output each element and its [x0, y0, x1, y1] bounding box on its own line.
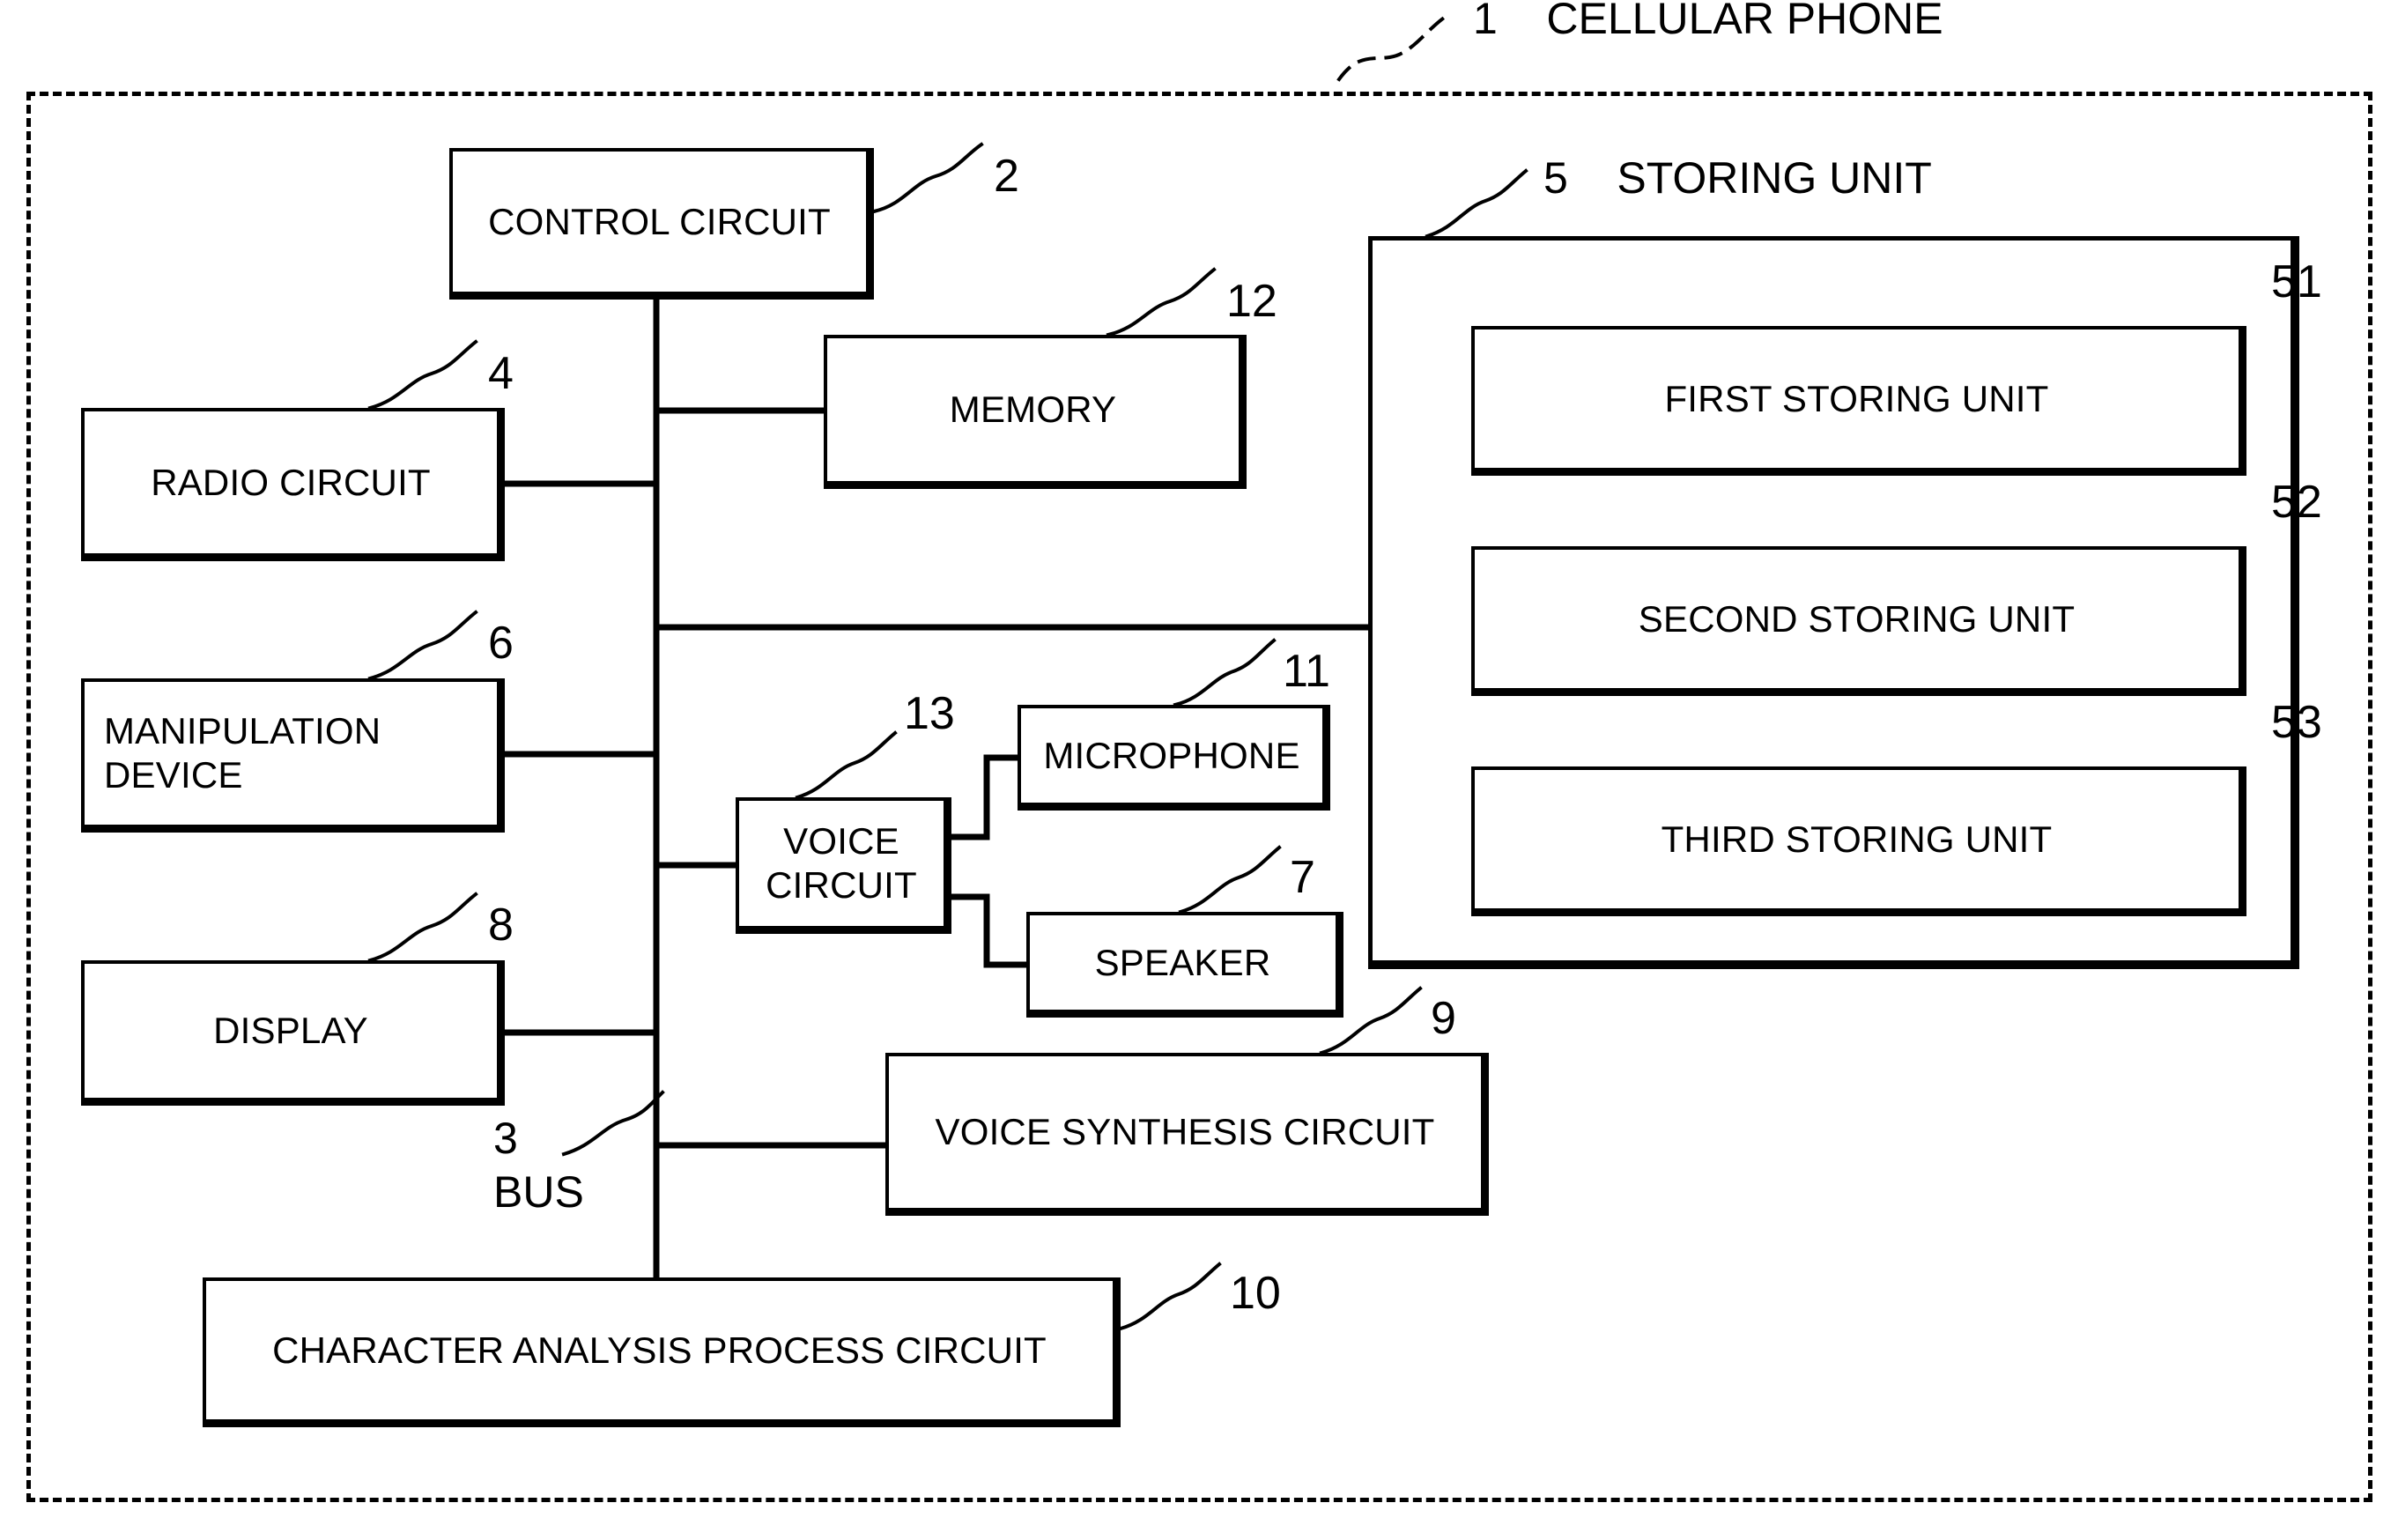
caption-text-cellular-phone: CELLULAR PHONE: [1546, 0, 1943, 43]
label-bus: 3 BUS: [493, 1112, 584, 1219]
block-first-storing-unit[interactable]: FIRST STORING UNIT: [1471, 326, 2246, 476]
ref-manipulation-device: 6: [488, 618, 514, 669]
block-label-radio-circuit: RADIO CIRCUIT: [151, 461, 431, 503]
caption-storing-unit: 5 STORING UNIT: [1543, 152, 1932, 204]
ref-speaker: 7: [1290, 852, 1315, 903]
block-display[interactable]: DISPLAY: [81, 960, 505, 1106]
block-voice-circuit[interactable]: VOICE CIRCUIT: [736, 797, 951, 934]
block-microphone[interactable]: MICROPHONE: [1018, 705, 1330, 811]
block-manipulation-device[interactable]: MANIPULATION DEVICE: [81, 678, 505, 833]
ref-display: 8: [488, 900, 514, 951]
ref-memory: 12: [1226, 276, 1277, 327]
block-character-analysis-process-circuit[interactable]: CHARACTER ANALYSIS PROCESS CIRCUIT: [203, 1277, 1121, 1427]
block-diagram-figure: CONTROL CIRCUIT MEMORY RADIO CIRCUIT MAN…: [0, 0, 2398, 1540]
block-label-voice-synthesis-circuit: VOICE SYNTHESIS CIRCUIT: [935, 1111, 1435, 1153]
block-radio-circuit[interactable]: RADIO CIRCUIT: [81, 408, 505, 561]
caption-text-storing-unit: STORING UNIT: [1617, 153, 1932, 203]
block-label-control-circuit: CONTROL CIRCUIT: [488, 200, 831, 242]
ref-microphone: 11: [1283, 646, 1330, 697]
block-memory[interactable]: MEMORY: [824, 335, 1247, 489]
bus-ref: 3: [493, 1114, 518, 1163]
block-control-circuit[interactable]: CONTROL CIRCUIT: [449, 148, 874, 300]
block-label-first-storing-unit: FIRST STORING UNIT: [1664, 377, 2049, 419]
block-label-microphone: MICROPHONE: [1043, 734, 1300, 776]
ref-control-circuit: 2: [994, 151, 1019, 202]
ref-character-analysis-process-circuit: 10: [1230, 1268, 1281, 1319]
block-label-character-analysis-process-circuit: CHARACTER ANALYSIS PROCESS CIRCUIT: [272, 1329, 1047, 1371]
ref-first-storing-unit: 51: [2271, 256, 2322, 307]
block-label-voice-circuit-line2: CIRCUIT: [766, 864, 917, 906]
caption-ref-storing-unit: 5: [1543, 153, 1568, 203]
block-label-third-storing-unit: THIRD STORING UNIT: [1661, 818, 2053, 860]
caption-ref-cellular-phone: 1: [1473, 0, 1498, 43]
block-second-storing-unit[interactable]: SECOND STORING UNIT: [1471, 546, 2246, 696]
ref-radio-circuit: 4: [488, 348, 514, 399]
block-label-manipulation-device-line1: MANIPULATION: [104, 710, 381, 752]
caption-cellular-phone: 1 CELLULAR PHONE: [1473, 0, 1943, 44]
ref-third-storing-unit: 53: [2271, 697, 2322, 748]
block-speaker[interactable]: SPEAKER: [1026, 912, 1343, 1018]
block-label-voice-circuit-line1: VOICE: [783, 820, 899, 863]
ref-voice-circuit: 13: [904, 688, 955, 739]
block-voice-synthesis-circuit[interactable]: VOICE SYNTHESIS CIRCUIT: [885, 1053, 1489, 1216]
leader-cellular-phone: [1336, 10, 1454, 82]
block-label-speaker: SPEAKER: [1094, 941, 1271, 983]
bus-text: BUS: [493, 1167, 584, 1217]
block-label-manipulation-device-line2: DEVICE: [104, 754, 243, 796]
block-label-display: DISPLAY: [213, 1010, 368, 1052]
block-label-memory: MEMORY: [949, 389, 1117, 431]
ref-second-storing-unit: 52: [2271, 477, 2322, 528]
block-third-storing-unit[interactable]: THIRD STORING UNIT: [1471, 766, 2246, 916]
block-label-second-storing-unit: SECOND STORING UNIT: [1638, 597, 2076, 640]
ref-voice-synthesis-circuit: 9: [1431, 993, 1456, 1044]
